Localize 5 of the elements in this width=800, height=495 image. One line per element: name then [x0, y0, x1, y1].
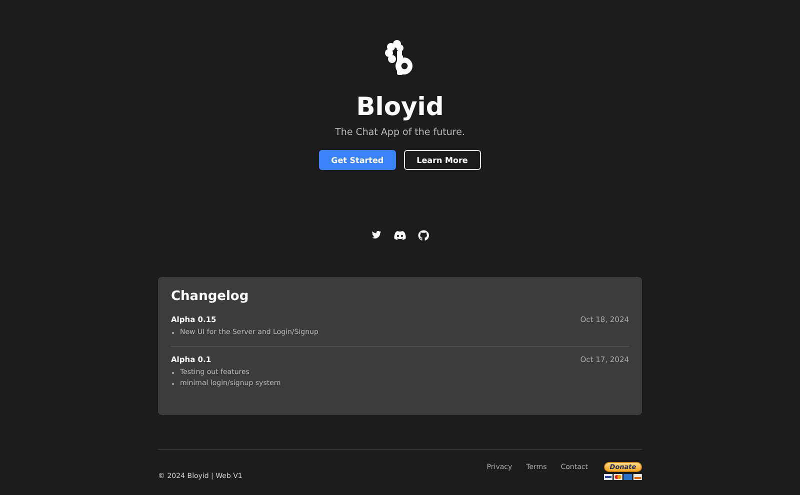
- get-started-button[interactable]: Get Started: [319, 150, 396, 170]
- tagline: The Chat App of the future.: [335, 126, 465, 140]
- learn-more-button[interactable]: Learn More: [404, 150, 481, 170]
- changelog-heading: Changelog: [171, 289, 250, 305]
- app-title: Bloyid: [356, 92, 444, 122]
